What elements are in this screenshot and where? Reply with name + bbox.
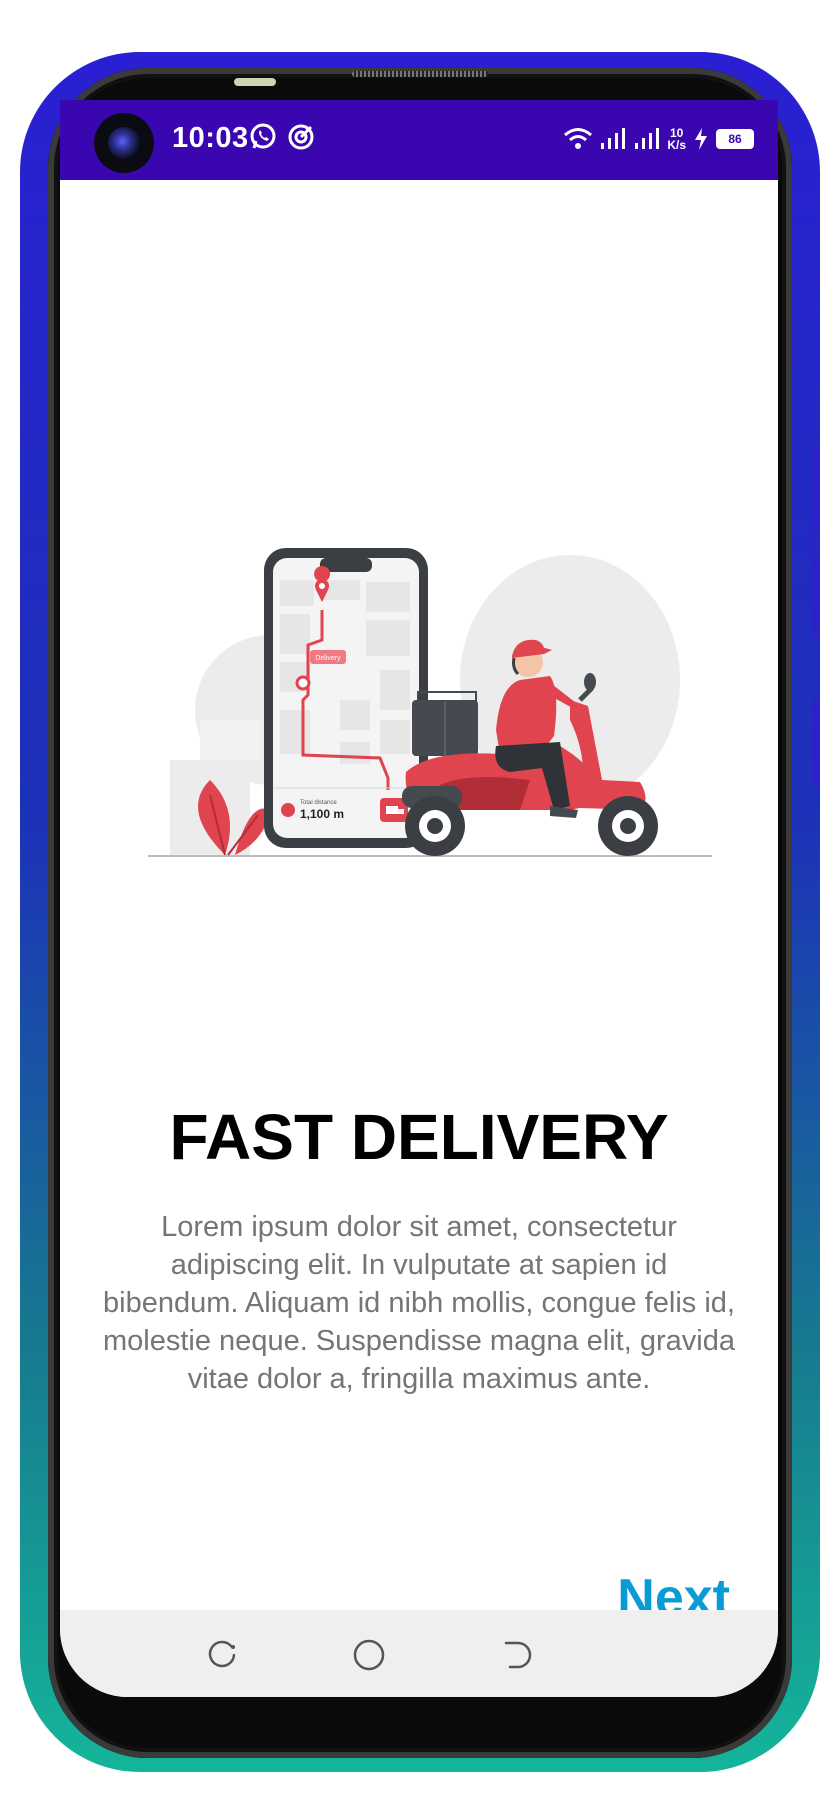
onboarding-title: FAST DELIVERY <box>169 1101 669 1173</box>
proximity-sensor <box>234 78 276 86</box>
power-button <box>812 698 820 788</box>
volume-up-button <box>812 448 820 538</box>
battery-icon: 86 <box>716 129 754 149</box>
home-icon[interactable] <box>352 1638 386 1672</box>
status-bar: 10:03 10 K/s 86 <box>60 100 778 180</box>
recents-icon[interactable] <box>206 1638 240 1672</box>
target-icon <box>288 124 314 150</box>
delivery-illustration: Delivery Total distance 1,100 m <box>148 548 712 857</box>
onboarding-description: Lorem ipsum dolor sit amet, consectetur … <box>103 1211 735 1395</box>
onboarding-page: Delivery Total distance 1,100 m FAST DEL… <box>60 180 778 1620</box>
signal-icon <box>635 128 660 149</box>
status-right-group: 10 K/s 86 <box>563 124 754 154</box>
distance-label: Total distance <box>300 800 337 806</box>
distance-value: 1,100 m <box>300 807 344 821</box>
wifi-icon <box>564 128 593 149</box>
back-icon[interactable] <box>500 1638 534 1672</box>
signal-icon <box>601 128 626 149</box>
pin-label: Delivery <box>315 655 341 662</box>
front-camera <box>94 113 154 173</box>
battery-level: 86 <box>728 132 742 146</box>
earpiece-speaker <box>352 71 488 77</box>
network-speed: 10 K/s <box>667 127 686 151</box>
volume-down-button <box>812 548 820 638</box>
network-speed-unit: K/s <box>667 138 686 152</box>
charging-icon <box>695 128 707 150</box>
navigation-bar <box>60 1610 778 1697</box>
screen: 10:03 10 K/s 86 Delivery Total distance … <box>60 100 778 1697</box>
status-time: 10:03 <box>172 122 249 154</box>
whatsapp-icon <box>250 123 276 149</box>
